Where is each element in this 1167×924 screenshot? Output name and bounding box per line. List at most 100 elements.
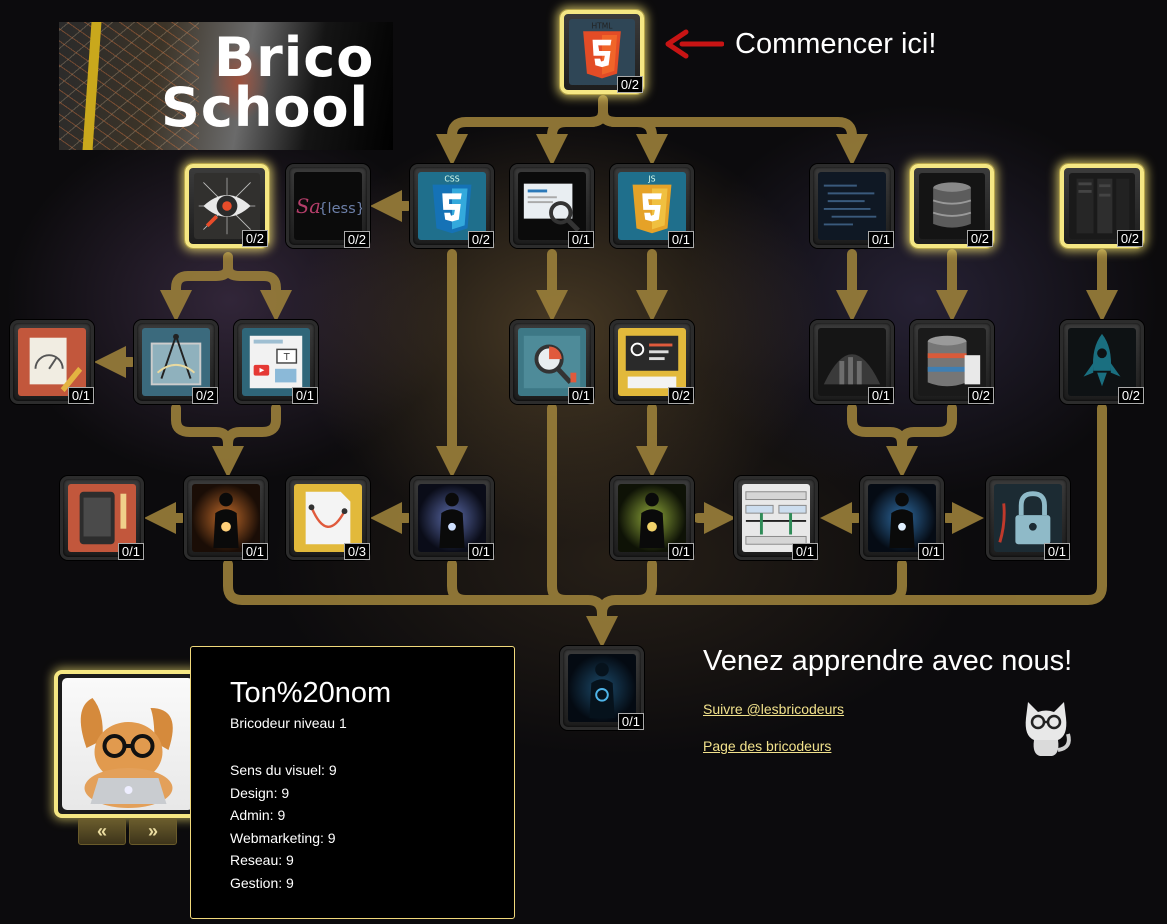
skill-node-html[interactable]: HTML 0/2 <box>560 10 644 94</box>
stat-visual: Sens du visuel: 9 <box>230 762 337 778</box>
skill-count: 0/1 <box>917 543 944 560</box>
skill-count: 0/1 <box>791 543 818 560</box>
layout-media-icon: T <box>249 335 303 389</box>
skill-count: 0/1 <box>67 387 94 404</box>
js-icon: JS <box>632 175 672 234</box>
skill-count: 0/1 <box>667 543 694 560</box>
skill-node-rocket[interactable]: 0/2 <box>1060 320 1144 404</box>
skill-count: 0/1 <box>241 543 268 560</box>
skill-node-hero-a[interactable]: 0/1 <box>184 476 268 560</box>
svg-text:JS: JS <box>647 175 655 184</box>
skill-node-compass[interactable]: 0/2 <box>134 320 218 404</box>
skill-count: 0/2 <box>1116 230 1143 247</box>
skill-node-database[interactable]: 0/2 <box>910 164 994 248</box>
svg-text:CSS: CSS <box>444 175 459 184</box>
pencil-tools-icon <box>29 337 83 393</box>
hero-blue-icon <box>439 492 465 549</box>
skill-node-thread[interactable]: 0/1 <box>734 476 818 560</box>
seo-magnifier-icon <box>523 183 580 233</box>
red-arrow-icon <box>665 29 724 59</box>
compass-drawing-icon <box>150 333 202 386</box>
stat-webmarketing: Webmarketing: 9 <box>230 830 336 846</box>
analytics-icon <box>523 335 581 389</box>
promo-title: Venez apprendre avec nous! <box>703 645 1073 677</box>
skill-node-server[interactable]: 0/2 <box>1060 164 1144 248</box>
skill-node-hero-b[interactable]: 0/1 <box>410 476 494 560</box>
skill-node-pencil[interactable]: 0/1 <box>10 320 94 404</box>
skill-count: 0/2 <box>241 230 268 247</box>
skill-count: 0/2 <box>667 387 694 404</box>
stat-gestion: Gestion: 9 <box>230 875 294 891</box>
skill-node-master[interactable]: 0/1 <box>560 646 644 730</box>
hero-green-icon <box>639 492 665 549</box>
skill-count: 0/1 <box>567 231 594 248</box>
svg-text:T: T <box>283 352 290 363</box>
profile-level: Bricodeur niveau 1 <box>230 715 347 731</box>
skill-count: 0/2 <box>616 76 643 93</box>
code-screen-icon <box>823 184 877 226</box>
svg-text:Sa: Sa <box>296 195 321 218</box>
css3-icon: CSS <box>432 175 472 234</box>
sass-less-icon: Sa {less} <box>296 195 362 218</box>
brico-school-logo: Brico School <box>59 22 393 150</box>
skill-node-dbstack[interactable]: 0/2 <box>910 320 994 404</box>
skill-node-tablet[interactable]: 0/1 <box>60 476 144 560</box>
bezier-curve-icon <box>305 491 351 545</box>
svg-text:{less}: {less} <box>318 200 362 217</box>
skill-node-seo[interactable]: 0/1 <box>510 164 594 248</box>
rabbit-laptop-avatar <box>80 698 173 808</box>
padlock-icon <box>998 491 1051 545</box>
skill-node-sass[interactable]: Sa {less} 0/2 <box>286 164 370 248</box>
skill-node-dev[interactable]: 0/2 <box>610 320 694 404</box>
skill-count: 0/2 <box>191 387 218 404</box>
skill-node-hero-d[interactable]: 0/1 <box>860 476 944 560</box>
skill-count: 0/2 <box>343 231 370 248</box>
skill-count: 0/1 <box>667 231 694 248</box>
skill-count: 0/3 <box>343 543 370 560</box>
previous-profile-button[interactable]: « <box>78 818 126 845</box>
skill-count: 0/1 <box>1043 543 1070 560</box>
svg-text:HTML: HTML <box>592 21 614 30</box>
skill-node-js[interactable]: JS 0/1 <box>610 164 694 248</box>
skill-node-curve[interactable]: 0/3 <box>286 476 370 560</box>
skill-count: 0/2 <box>966 230 993 247</box>
dev-settings-icon <box>625 335 679 389</box>
skill-node-code[interactable]: 0/1 <box>810 164 894 248</box>
hero-orange-icon <box>213 492 239 549</box>
skill-node-design[interactable]: 0/2 <box>185 164 269 248</box>
skill-node-analytics[interactable]: 0/1 <box>510 320 594 404</box>
hero-cyan-icon <box>889 492 915 549</box>
stat-reseau: Reseau: 9 <box>230 852 294 868</box>
skill-count: 0/2 <box>467 231 494 248</box>
skill-count: 0/1 <box>567 387 594 404</box>
tablet-icon <box>79 491 127 545</box>
skill-count: 0/1 <box>617 713 644 730</box>
stat-admin: Admin: 9 <box>230 807 286 823</box>
skill-node-css[interactable]: CSS 0/2 <box>410 164 494 248</box>
start-here-label: Commencer ici! <box>735 28 937 60</box>
database-stack-icon <box>927 335 981 387</box>
skill-node-lock[interactable]: 0/1 <box>986 476 1070 560</box>
avatar <box>54 670 201 818</box>
skill-count: 0/2 <box>967 387 994 404</box>
stat-design: Design: 9 <box>230 785 290 801</box>
hero-master-icon <box>589 662 615 719</box>
skill-count: 0/2 <box>1117 387 1144 404</box>
skill-count: 0/1 <box>467 543 494 560</box>
bricodeurs-page-link[interactable]: Page des bricodeurs <box>703 738 831 754</box>
rocket-icon <box>1083 333 1121 387</box>
next-profile-button[interactable]: » <box>129 818 177 845</box>
thread-diagram-icon <box>745 491 807 545</box>
skill-node-hero-c[interactable]: 0/1 <box>610 476 694 560</box>
follow-link[interactable]: Suivre @lesbricodeurs <box>703 701 844 717</box>
skill-count: 0/1 <box>117 543 144 560</box>
cat-glasses-icon <box>1025 702 1071 756</box>
skill-count: 0/1 <box>867 387 894 404</box>
datacenter-icon <box>823 354 881 385</box>
profile-card: Ton%20nom Bricodeur niveau 1 Sens du vis… <box>190 646 515 919</box>
skill-count: 0/1 <box>867 231 894 248</box>
skill-node-layout[interactable]: T 0/1 <box>234 320 318 404</box>
logo-line2: School <box>161 76 370 139</box>
profile-name: Ton%20nom <box>230 677 392 709</box>
skill-node-cloud[interactable]: 0/1 <box>810 320 894 404</box>
